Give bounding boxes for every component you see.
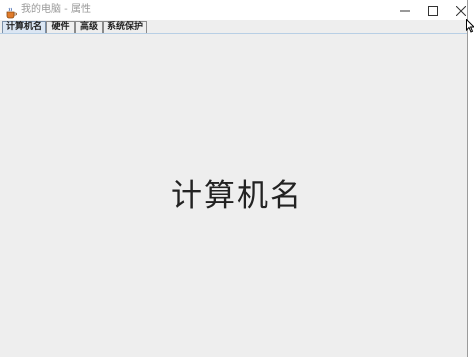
close-icon — [455, 1, 467, 20]
tab-computer-name[interactable]: 计算机名 — [2, 21, 46, 33]
maximize-icon — [428, 1, 438, 20]
tab-bar: 计算机名 硬件 高级 系统保护 — [0, 20, 467, 34]
close-button[interactable] — [446, 0, 474, 20]
properties-window: 我的电脑 - 属性 计算机名 硬件 高级 系统保护 计算机名 — [0, 0, 468, 357]
tab-system-protection[interactable]: 系统保护 — [103, 21, 147, 33]
java-cup-icon — [5, 4, 17, 19]
tab-hardware[interactable]: 硬件 — [46, 21, 75, 33]
title-bar[interactable]: 我的电脑 - 属性 — [0, 0, 467, 20]
mouse-cursor-icon — [466, 18, 474, 33]
minimize-button[interactable] — [390, 0, 420, 20]
minimize-icon — [400, 1, 410, 20]
window-title: 我的电脑 - 属性 — [21, 4, 91, 15]
maximize-button[interactable] — [418, 0, 448, 20]
content-heading: 计算机名 — [171, 178, 303, 214]
tab-content-panel: 计算机名 — [0, 34, 467, 357]
tab-advanced[interactable]: 高级 — [75, 21, 103, 33]
